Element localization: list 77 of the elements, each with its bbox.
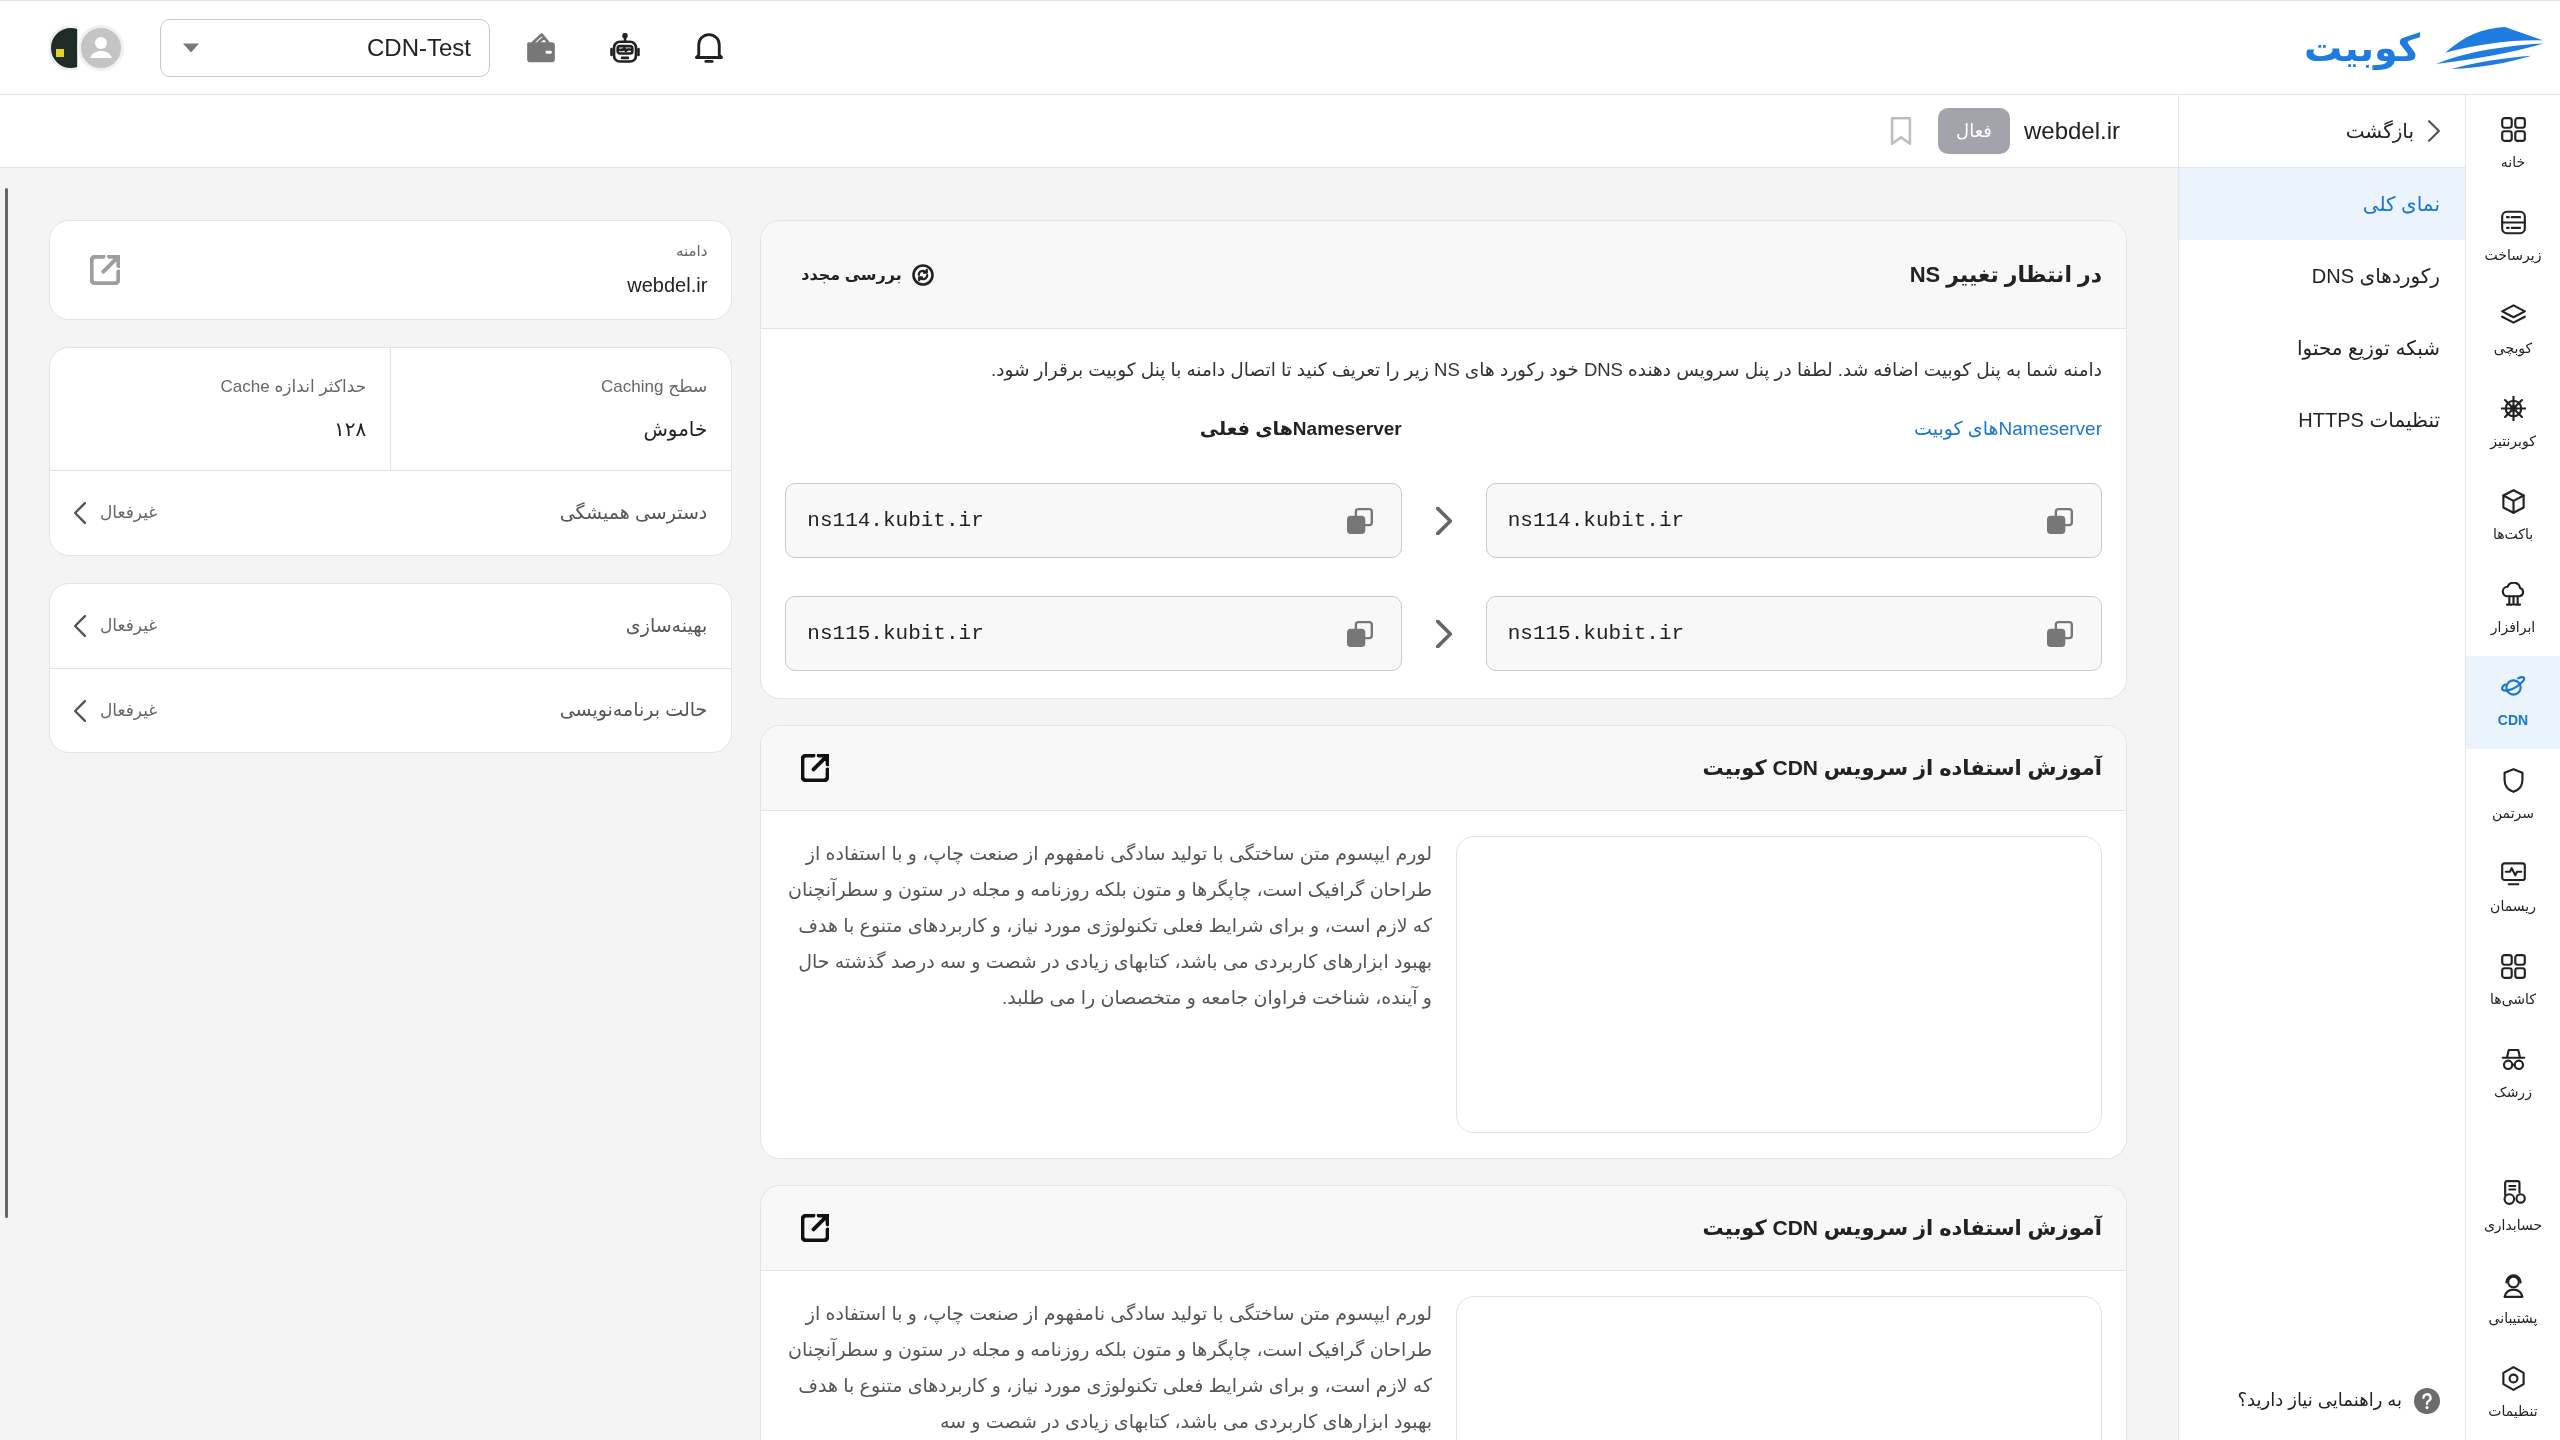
chevron-icon — [74, 502, 86, 524]
domain-title: webdel.ir — [2023, 116, 2120, 146]
stat-label: حداکثر اندازه Cache — [220, 376, 367, 399]
nameserver-value: ns114.kubit.ir — [1507, 507, 1685, 534]
sidebar-item[interactable]: خانه — [2466, 98, 2560, 191]
stat-value: ۱۲۸ — [333, 416, 367, 442]
column-heading: Nameserverهای کوبیت — [1914, 417, 2102, 442]
status-link[interactable]: غیرفعال — [74, 613, 158, 639]
chevron-icon — [1435, 619, 1452, 648]
sidebar-item[interactable]: کاشی‌ها — [2466, 935, 2560, 1028]
stat-value: خاموش — [643, 416, 708, 443]
cloud-icon — [2500, 581, 2526, 607]
chevron-icon — [2428, 120, 2440, 142]
bell-icon[interactable] — [694, 32, 724, 63]
cube-icon — [2500, 488, 2526, 514]
scrollbar-thumb[interactable] — [5, 188, 8, 1218]
domain-value: webdel.ir — [627, 273, 708, 299]
copy-icon[interactable] — [2047, 620, 2073, 647]
help-icon — [2414, 1387, 2440, 1414]
section-nav-item[interactable]: نمای کلی — [2179, 168, 2465, 240]
section-nav-item[interactable]: تنظیمات HTTPS — [2179, 384, 2465, 456]
grid-icon — [2500, 953, 2526, 979]
info-text: دامنه شما به پنل کوبیت اضافه شد. لطفا در پنل سرویس دهنده DNS خود رکورد های NS زیر را تعریف کنید تا اتصال دامنه با پنل کوبیت برقرار شود. — [990, 358, 2102, 383]
nameserver-value: ns115.kubit.ir — [1507, 620, 1685, 647]
section-nav-item[interactable]: شبکه توزیع محتوا — [2179, 312, 2465, 384]
nameserver-value: ns114.kubit.ir — [807, 507, 984, 534]
spy-icon — [2500, 1046, 2526, 1072]
sidebar-item[interactable]: حسابداری — [2466, 1161, 2560, 1254]
sidebar-item[interactable]: زرشک — [2466, 1028, 2560, 1121]
column-heading: Nameserverهای فعلی — [1199, 417, 1402, 441]
settings-icon — [2500, 1365, 2526, 1391]
sidebar-item[interactable]: کوبرنتیز — [2466, 377, 2560, 470]
chevron-icon — [74, 615, 86, 637]
stat-label: سطح Caching — [601, 376, 708, 399]
field-label: دامنه — [675, 240, 708, 261]
status-link[interactable]: غیرفعال — [74, 697, 158, 724]
copy-icon[interactable] — [1346, 620, 1373, 647]
help-link[interactable]: به راهنمایی نیاز دارید؟ — [2237, 1387, 2465, 1440]
grid-icon — [2500, 116, 2526, 142]
pulse-monitor-icon — [2500, 860, 2526, 886]
sidebar-item[interactable]: کوبچی — [2466, 284, 2560, 377]
sidebar-item[interactable]: ابرافزار — [2466, 563, 2560, 656]
tutorial-text: لورم ایپسوم متن ساختگی با تولید سادگی نامفهوم از صنعت چاپ، و با استفاده از طراحان گرافیک است، چاپگرها و متون بلکه روزنامه و مجله در ستون و سطرآنچنان که لازم است، و برای شرایط فعلی تکنولوژی مورد نیاز، و کاربردهای متنوع با هدف بهبود ابزارهای کاربردی می باشد، کتابهای زیادی در شصت و سه درصد گذشته حال و آینده، شناخت فراوان جامعه و متخصصان را می طلبد. — [787, 842, 1432, 1011]
recheck-link[interactable]: بررسی مجدد — [801, 262, 934, 287]
sidebar-item[interactable]: ریسمان — [2466, 842, 2560, 935]
sidebar-item[interactable]: پشتیبانی — [2466, 1254, 2560, 1347]
wallet-icon[interactable] — [526, 32, 556, 63]
setting-label: دسترسی همیشگی — [559, 500, 708, 526]
sidebar-item[interactable]: CDN — [2466, 656, 2560, 749]
nameserver-value: ns115.kubit.ir — [807, 620, 984, 647]
status-badge: فعال — [1938, 108, 2010, 154]
card-title: در انتظار تغییر NS — [1909, 261, 2102, 290]
refresh-icon — [911, 263, 934, 286]
chevron-icon — [1435, 506, 1452, 535]
copy-icon[interactable] — [2047, 507, 2073, 534]
tutorial-text: لورم ایپسوم متن ساختگی با تولید سادگی نامفهوم از صنعت چاپ، و با استفاده از طراحان گرافیک است، چاپگرها و متون بلکه روزنامه و مجله در ستون و سطرآنچنان که لازم است، و برای شرایط فعلی تکنولوژی مورد نیاز، و کاربردهای متنوع با هدف بهبود ابزارهای کاربردی می باشد، کتابهای زیادی در شصت و سه — [787, 1302, 1432, 1435]
sidebar-item[interactable]: زیرساخت — [2466, 191, 2560, 284]
sidebar-item[interactable]: سرتمن — [2466, 749, 2560, 842]
sidebar-item[interactable]: باکت‌ها — [2466, 470, 2560, 563]
sidebar-item[interactable]: تنظیمات — [2466, 1347, 2560, 1440]
setting-label: حالت برنامه‌نویسی — [559, 698, 708, 723]
project-select[interactable]: CDN-Test — [160, 18, 490, 77]
setting-label: بهینه‌سازی — [625, 613, 708, 639]
robot-icon[interactable] — [610, 32, 640, 63]
helm-wheel-icon — [2500, 395, 2526, 421]
card-title: آموزش استفاده از سرویس CDN کوبیت — [1702, 754, 2102, 782]
status-link[interactable]: غیرفعال — [74, 500, 158, 526]
ship-logo-icon — [2436, 24, 2544, 71]
avatar-icon[interactable] — [48, 24, 78, 71]
copy-icon[interactable] — [1346, 507, 1373, 534]
external-link-icon[interactable] — [801, 1214, 830, 1242]
chevron-icon — [74, 699, 86, 722]
caret-icon — [183, 42, 199, 53]
server-icon — [2500, 209, 2526, 235]
card-title: آموزش استفاده از سرویس CDN کوبیت — [1702, 1214, 2102, 1242]
external-link-icon[interactable] — [801, 754, 830, 782]
section-nav-item[interactable]: رکوردهای DNS — [2179, 240, 2465, 312]
